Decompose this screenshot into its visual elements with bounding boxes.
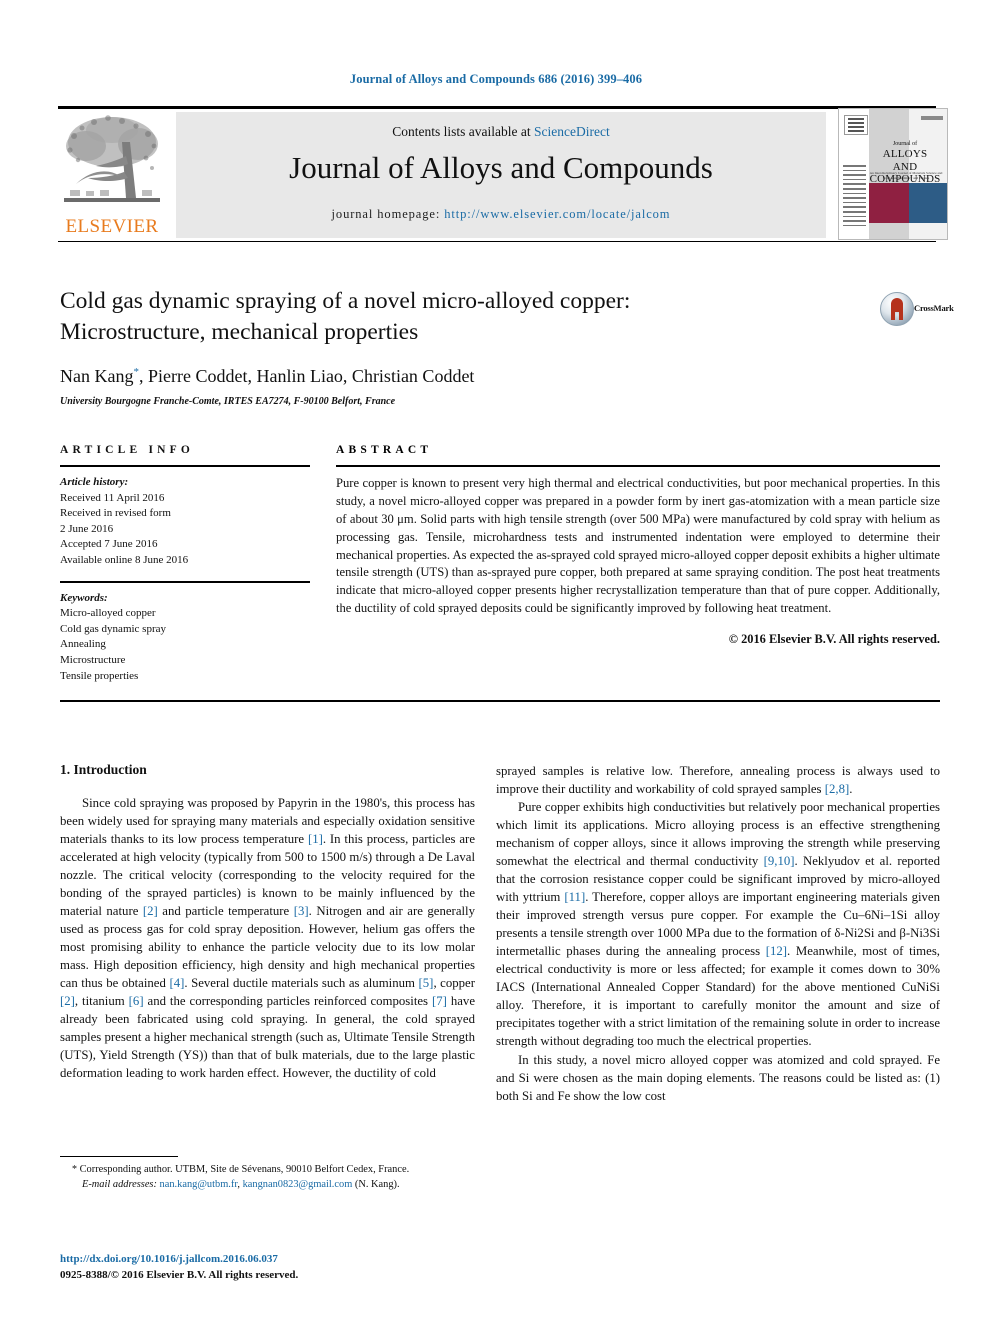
affiliation: University Bourgogne Franche-Comte, IRTE… [60, 396, 396, 408]
masthead-top-rule [58, 106, 936, 109]
crossmark-notch [895, 312, 899, 320]
author-primary: Nan Kang [60, 366, 134, 387]
elsevier-wordmark: ELSEVIER [65, 216, 159, 237]
title-line-2: Microstructure, mechanical properties [60, 319, 419, 346]
email-suffix: (N. Kang). [354, 1178, 400, 1190]
keywords-rule [60, 580, 310, 583]
history-item: 2 June 2016 [60, 522, 114, 535]
paragraph: In this study, a novel micro alloyed cop… [496, 1052, 940, 1103]
cover-barcode [921, 116, 943, 120]
keyword-item: Annealing [60, 638, 106, 651]
paragraph: Pure copper exhibits high conductivities… [496, 800, 941, 1049]
cover-blue-block [909, 183, 947, 223]
paragraph: sprayed samples is relative low. Therefo… [496, 764, 940, 797]
cover-subtitle: An Interdisciplinary Journal of Material… [869, 171, 943, 181]
citation-link[interactable]: [12] [766, 944, 787, 958]
paper-page: Journal of Alloys and Compounds 686 (201… [0, 0, 992, 1323]
corresponding-author-text: Corresponding author. UTBM, Site de Séve… [79, 1164, 410, 1175]
contents-available-line: Contents lists available at ScienceDirec… [176, 124, 826, 140]
citation-link[interactable]: [4] [169, 976, 184, 990]
elsevier-logo: ELSEVIER [60, 112, 164, 238]
abstract-copyright: © 2016 Elsevier B.V. All rights reserved… [728, 632, 940, 646]
article-info-column: ARTICLE INFO Article history: Received 1… [60, 444, 310, 684]
cover-toc-lines [843, 165, 866, 229]
cover-red-block [869, 183, 909, 223]
citation-link[interactable]: [5] [419, 976, 434, 990]
citation-link[interactable]: [2,8] [825, 782, 850, 796]
body-column-left: 1. Introduction Since cold spraying was … [60, 762, 475, 1083]
citation-link[interactable]: [1] [308, 832, 323, 846]
sciencedirect-link[interactable]: ScienceDirect [534, 124, 610, 139]
cover-publisher-mark [844, 115, 868, 135]
abstract-rule [336, 465, 940, 467]
keyword-item: Microstructure [60, 654, 126, 667]
paragraph: Since cold spraying was proposed by Papy… [60, 796, 476, 1081]
email-label: E-mail addresses: [82, 1178, 157, 1190]
keywords-label: Keywords: [60, 591, 108, 604]
article-info-rule [60, 465, 310, 467]
history-item: Accepted 7 June 2016 [60, 538, 158, 551]
footnote-rule [60, 1156, 178, 1157]
email-link-2[interactable]: kangnan0823@gmail.com [243, 1179, 353, 1190]
email-link-1[interactable]: nan.kang@utbm.fr [160, 1179, 238, 1190]
citation-link[interactable]: [2] [60, 994, 75, 1008]
footnote-block: * Corresponding author. UTBM, Site de Sé… [60, 1156, 475, 1192]
article-info-heading: ARTICLE INFO [60, 444, 195, 456]
article-history-label: Article history: [60, 476, 129, 488]
title-block: Cold gas dynamic spraying of a novel mic… [60, 286, 870, 407]
title-line-1: Cold gas dynamic spraying of a novel mic… [60, 288, 631, 314]
journal-title: Journal of Alloys and Compounds [289, 150, 713, 185]
citation-link[interactable]: [6] [129, 994, 144, 1008]
crossmark-label: CrossMark [914, 303, 954, 313]
cover-title-line2: ALLOYS [882, 147, 928, 160]
keyword-item: Micro-alloyed copper [60, 607, 156, 620]
crossmark-badge[interactable]: CrossMark [880, 292, 954, 326]
body-column-right: sprayed samples is relative low. Therefo… [496, 762, 940, 1105]
history-item: Available online 8 June 2016 [60, 554, 189, 567]
history-item: Received 11 April 2016 [60, 491, 165, 504]
running-head: Journal of Alloys and Compounds 686 (201… [349, 72, 643, 86]
issn-copyright: 0925-8388/© 2016 Elsevier B.V. All right… [60, 1268, 299, 1281]
history-item: Received in revised form [60, 507, 171, 520]
email-note: E-mail addresses: nan.kang@utbm.fr, kang… [60, 1178, 475, 1193]
author-list: Nan Kang*, Pierre Coddet, Hanlin Liao, C… [60, 366, 870, 387]
abstract-heading: ABSTRACT [336, 444, 433, 456]
footnote-star-icon: * [72, 1164, 77, 1175]
author-rest: , Pierre Coddet, Hanlin Liao, Christian … [138, 366, 475, 387]
homepage-label: journal homepage: [331, 207, 445, 221]
corresponding-author-note: * Corresponding author. UTBM, Site de Sé… [60, 1163, 475, 1178]
citation-link[interactable]: [9,10] [764, 854, 795, 868]
journal-cover-thumbnail: Journal of ALLOYS AND COMPOUNDS An Inter… [838, 108, 948, 240]
crossmark-icon [880, 292, 914, 326]
citation-link[interactable]: [7] [432, 994, 447, 1008]
imprint-block: http://dx.doi.org/10.1016/j.jallcom.2016… [60, 1252, 480, 1284]
doi-link[interactable]: http://dx.doi.org/10.1016/j.jallcom.2016… [60, 1252, 480, 1268]
keywords-block: Keywords: Micro-alloyed copper Cold gas … [60, 591, 310, 685]
article-history: Article history: Received 11 April 2016 … [60, 475, 310, 569]
cover-title-line1: Journal of [892, 141, 918, 147]
journal-homepage-line: journal homepage: http://www.elsevier.co… [176, 207, 826, 222]
abstract-column: ABSTRACT Pure copper is known to present… [336, 444, 940, 647]
citation-link[interactable]: [2] [143, 904, 158, 918]
page-title: Cold gas dynamic spraying of a novel mic… [60, 286, 870, 348]
citation-link[interactable]: [11] [564, 890, 585, 904]
journal-banner: Contents lists available at ScienceDirec… [176, 112, 826, 238]
keyword-item: Tensile properties [60, 669, 139, 682]
abstract-text: Pure copper is known to present very hig… [336, 476, 940, 616]
keyword-item: Cold gas dynamic spray [60, 622, 167, 635]
citation-link[interactable]: [3] [294, 904, 309, 918]
contents-prefix: Contents lists available at [392, 124, 534, 139]
journal-masthead: ELSEVIER Contents lists available at Sci… [58, 106, 948, 242]
abstract-bottom-rule [60, 700, 940, 702]
elsevier-tree-icon [60, 112, 164, 210]
homepage-link[interactable]: http://www.elsevier.com/locate/jalcom [444, 207, 670, 221]
section-title-introduction: 1. Introduction [60, 762, 147, 777]
masthead-bottom-rule [58, 241, 936, 242]
